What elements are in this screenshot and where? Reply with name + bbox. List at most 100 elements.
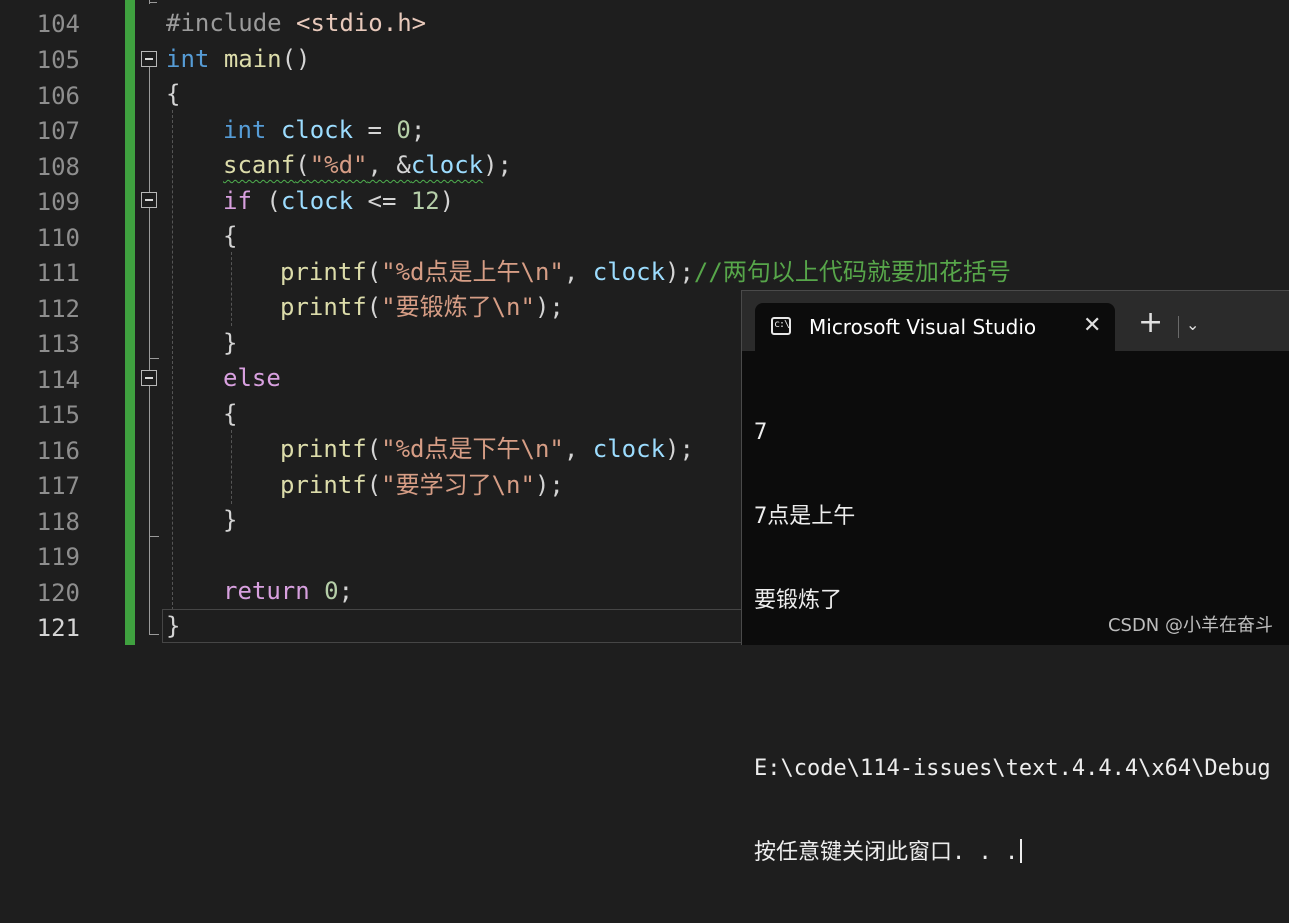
punctuation: ( <box>251 187 281 215</box>
line-number: 106 <box>36 82 80 110</box>
function-call: printf <box>280 258 367 286</box>
keyword: return <box>223 577 310 605</box>
fold-end-marker <box>149 358 159 359</box>
number-literal: 0 <box>324 577 339 605</box>
include-header: <stdio.h> <box>296 9 427 37</box>
line-number: 108 <box>36 153 80 181</box>
titlebar-divider <box>1178 316 1179 338</box>
close-icon[interactable]: ✕ <box>1083 313 1101 339</box>
keyword: int <box>166 45 210 73</box>
string-literal: "%d点是上午\n" <box>381 258 564 286</box>
collapse-icon[interactable] <box>141 192 157 208</box>
watermark: CSDN @小羊在奋斗 <box>1107 615 1273 636</box>
code-line-116[interactable]: printf("%d点是下午\n", clock); <box>280 431 694 467</box>
operator: = <box>353 116 397 144</box>
console-prompt-text: 按任意键关闭此窗口. . . <box>754 840 1019 865</box>
chevron-down-icon[interactable]: ⌄ <box>1186 315 1199 335</box>
code-line-114[interactable]: else <box>223 360 281 396</box>
punctuation: ); <box>665 435 694 463</box>
line-number: 115 <box>36 401 80 429</box>
collapse-icon[interactable] <box>141 370 157 386</box>
string-literal: "%d" <box>309 151 368 179</box>
code-line-109[interactable]: if (clock <= 12) <box>223 183 454 219</box>
change-indicator-bar <box>125 0 135 645</box>
fold-line <box>149 67 150 635</box>
keyword: else <box>223 364 281 392</box>
code-line-118[interactable]: } <box>223 502 237 538</box>
punctuation: ); <box>534 293 564 321</box>
fold-end-marker <box>149 2 157 3</box>
line-number: 107 <box>36 117 80 145</box>
function-call: printf <box>280 435 367 463</box>
variable: clock <box>592 435 666 463</box>
line-number-gutter: 104 105 106 107 108 109 110 111 112 113 … <box>0 0 108 645</box>
console-output-line: E:\code\114-issues\text.4.4.4\x64\Debug <box>754 756 1271 781</box>
indent-guide <box>231 430 232 504</box>
line-number: 109 <box>36 188 80 216</box>
collapse-icon[interactable] <box>141 51 157 67</box>
punctuation: , & <box>367 151 411 179</box>
function-name: main <box>223 45 282 73</box>
punctuation: ); <box>534 471 564 499</box>
code-line-115[interactable]: { <box>223 396 237 432</box>
line-number: 113 <box>36 330 80 358</box>
code-line-107[interactable]: int clock = 0; <box>223 112 425 148</box>
warning-squiggle[interactable]: scanf("%d", &clock <box>223 151 483 179</box>
console-window[interactable]: c:\ Microsoft Visual Studio ✕ + ⌄ 7 7点是上… <box>741 290 1289 865</box>
line-number: 112 <box>36 295 80 323</box>
current-line-highlight <box>162 609 762 643</box>
code-line-117[interactable]: printf("要学习了\n"); <box>280 467 564 503</box>
code-line-108[interactable]: scanf("%d", &clock); <box>223 147 512 183</box>
code-line-110[interactable]: { <box>223 218 237 254</box>
punctuation: , <box>563 435 593 463</box>
string-literal: "要锻炼了\n" <box>381 293 535 321</box>
line-number-active: 121 <box>36 614 80 642</box>
brace: { <box>223 400 238 428</box>
preprocessor-directive: #include <box>166 9 282 37</box>
line-number: 111 <box>36 259 80 287</box>
line-number: 110 <box>36 224 80 252</box>
line-number: 116 <box>36 437 80 465</box>
fold-end-marker <box>149 634 159 635</box>
line-number: 104 <box>36 10 80 38</box>
punctuation: ( <box>295 151 310 179</box>
code-line-104[interactable]: #include <stdio.h> <box>166 5 426 41</box>
new-tab-button[interactable]: + <box>1138 308 1163 338</box>
punctuation: () <box>281 45 311 73</box>
line-number: 119 <box>36 543 80 571</box>
text-cursor <box>1020 839 1023 863</box>
punctuation: ( <box>366 293 382 321</box>
brace: } <box>223 329 238 357</box>
fold-end-marker <box>149 536 159 537</box>
function-call: scanf <box>223 151 296 179</box>
console-output-line: 7点是上午 <box>754 504 856 529</box>
console-output[interactable]: 7 7点是上午 要锻炼了 E:\code\114-issues\text.4.4… <box>754 363 1289 923</box>
variable: clock <box>280 187 354 215</box>
code-line-105[interactable]: int main() <box>166 41 311 77</box>
string-literal: "%d点是下午\n" <box>381 435 564 463</box>
variable: clock <box>592 258 666 286</box>
code-line-113[interactable]: } <box>223 325 237 361</box>
punctuation: ( <box>366 435 382 463</box>
brace: { <box>166 80 181 108</box>
keyword: int <box>223 116 267 144</box>
code-line-112[interactable]: printf("要锻炼了\n"); <box>280 289 564 325</box>
comment: //两句以上代码就要加花括号 <box>693 258 1011 286</box>
console-output-line: 要锻炼了 <box>754 588 843 613</box>
punctuation: ; <box>338 577 354 605</box>
console-output-line: 7 <box>754 420 768 445</box>
code-line-121[interactable]: } <box>166 608 180 644</box>
indent-guide <box>231 252 232 326</box>
punctuation: ); <box>665 258 694 286</box>
operator: <= <box>353 187 411 215</box>
punctuation: , <box>563 258 593 286</box>
console-titlebar[interactable]: c:\ Microsoft Visual Studio ✕ + ⌄ <box>742 291 1289 351</box>
code-line-120[interactable]: return 0; <box>223 573 353 609</box>
line-number: 117 <box>36 472 80 500</box>
keyword: if <box>223 187 252 215</box>
code-line-111[interactable]: printf("%d点是上午\n", clock);//两句以上代码就要加花括号 <box>280 254 1011 290</box>
code-line-106[interactable]: { <box>166 76 180 112</box>
punctuation: ( <box>366 471 382 499</box>
console-tab[interactable]: c:\ Microsoft Visual Studio ✕ <box>755 303 1115 351</box>
